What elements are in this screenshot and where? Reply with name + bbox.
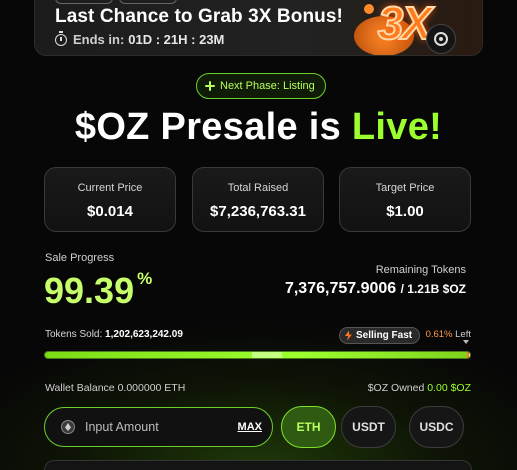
percent-left: 0.61% Left	[426, 329, 471, 340]
progress-remaining	[467, 352, 470, 358]
sale-progress-bar	[44, 351, 471, 359]
sale-progress-label: Sale Progress	[45, 252, 115, 264]
stat-value: $0.014	[87, 203, 133, 220]
promo-timer: Ends in: 01D : 21H : 23M	[55, 30, 225, 47]
oz-logo-icon	[426, 24, 456, 54]
stopwatch-icon	[55, 30, 67, 46]
sale-progress-percent: 99.39%	[44, 269, 153, 312]
next-phase-label: Next Phase: Listing	[220, 80, 315, 92]
sparkle-icon	[205, 81, 215, 91]
max-button[interactable]: MAX	[238, 421, 262, 433]
next-section-edge	[44, 460, 472, 470]
left-percent: 0.61%	[425, 329, 453, 340]
percent-sign: %	[137, 269, 153, 288]
wallet-balance: Wallet Balance 0.000000 ETH	[45, 382, 185, 394]
stat-label: Current Price	[77, 182, 143, 194]
title-accent: Live!	[351, 106, 443, 148]
target-price-card: Target Price $1.00	[339, 167, 471, 232]
promo-artwork: 3X	[324, 0, 474, 55]
page-title: $OZ Presale is Live!	[0, 106, 517, 149]
current-price-card: Current Price $0.014	[44, 167, 176, 232]
selling-fast-badge: Selling Fast	[339, 327, 421, 344]
promo-tag	[55, 0, 113, 4]
currency-eth-button[interactable]: ETH	[281, 406, 336, 448]
remaining-tokens-label: Remaining Tokens	[375, 264, 466, 276]
tokens-sold-label: Tokens Sold:	[45, 329, 103, 340]
tokens-sold: Tokens Sold: 1,202,623,242.09	[45, 329, 183, 340]
left-label: Left	[455, 329, 471, 340]
remaining-value: 7,376,757.9006	[284, 280, 397, 297]
promo-tags	[55, 0, 177, 4]
timer-value: 01D : 21H : 23M	[128, 32, 225, 47]
oz-owned-value: 0.00 $OZ	[427, 382, 471, 394]
oz-owned: $OZ Owned 0.00 $OZ	[368, 382, 471, 394]
stat-label: Total Raised	[227, 182, 289, 194]
eth-icon	[61, 420, 75, 434]
selling-fast-label: Selling Fast	[356, 330, 413, 341]
currency-usdt-button[interactable]: USDT	[341, 406, 396, 448]
promo-tag	[119, 0, 177, 4]
bonus-3x-text: 3X	[377, 0, 433, 50]
timer-label: Ends in:	[73, 32, 125, 47]
remaining-tokens: 7,376,757.9006 / 1.21B $OZ	[285, 280, 466, 298]
stat-value: $1.00	[386, 203, 424, 220]
caret-down-icon	[463, 340, 469, 344]
remaining-total: / 1.21B $OZ	[400, 282, 466, 296]
oz-owned-label: $OZ Owned	[367, 382, 425, 394]
stat-value: $7,236,763.31	[210, 203, 306, 220]
progress-fill	[45, 352, 468, 358]
wallet-balance-label: Wallet Balance	[45, 382, 115, 394]
title-main: $OZ Presale is	[74, 106, 342, 148]
flame-particle	[364, 4, 374, 14]
amount-input-group[interactable]: MAX	[44, 407, 273, 447]
tokens-sold-value: 1,202,623,242.09	[105, 329, 183, 340]
sale-percent-value: 99.39	[44, 270, 135, 311]
currency-usdc-button[interactable]: USDC	[409, 406, 464, 448]
amount-input[interactable]	[85, 420, 225, 434]
promo-title: Last Chance to Grab 3X Bonus!	[55, 6, 343, 27]
stat-label: Target Price	[375, 182, 435, 194]
promo-banner[interactable]: Last Chance to Grab 3X Bonus! Ends in: 0…	[34, 0, 483, 56]
lightning-icon	[345, 330, 352, 341]
wallet-balance-value: 0.000000 ETH	[117, 382, 186, 394]
total-raised-card: Total Raised $7,236,763.31	[192, 167, 324, 232]
next-phase-badge: Next Phase: Listing	[196, 73, 326, 99]
